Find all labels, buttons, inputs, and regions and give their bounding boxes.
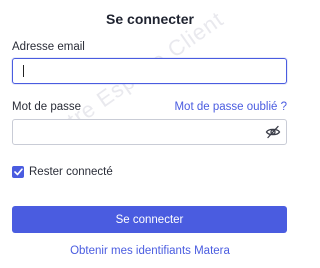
eye-slash-icon[interactable] xyxy=(265,125,281,139)
password-field[interactable] xyxy=(12,119,287,145)
remember-label: Rester connecté xyxy=(29,166,113,178)
remember-checkbox[interactable] xyxy=(12,166,24,178)
get-credentials-link[interactable]: Obtenir mes identifiants Matera xyxy=(0,245,300,257)
email-label: Adresse email xyxy=(12,41,85,53)
login-button[interactable]: Se connecter xyxy=(12,206,287,233)
page-title: Se connecter xyxy=(106,11,194,27)
forgot-password-link[interactable]: Mot de passe oublié ? xyxy=(174,101,287,113)
password-label: Mot de passe xyxy=(12,101,82,113)
email-field[interactable] xyxy=(12,58,287,84)
remember-me[interactable]: Rester connecté xyxy=(12,166,113,178)
text-caret xyxy=(23,65,24,77)
